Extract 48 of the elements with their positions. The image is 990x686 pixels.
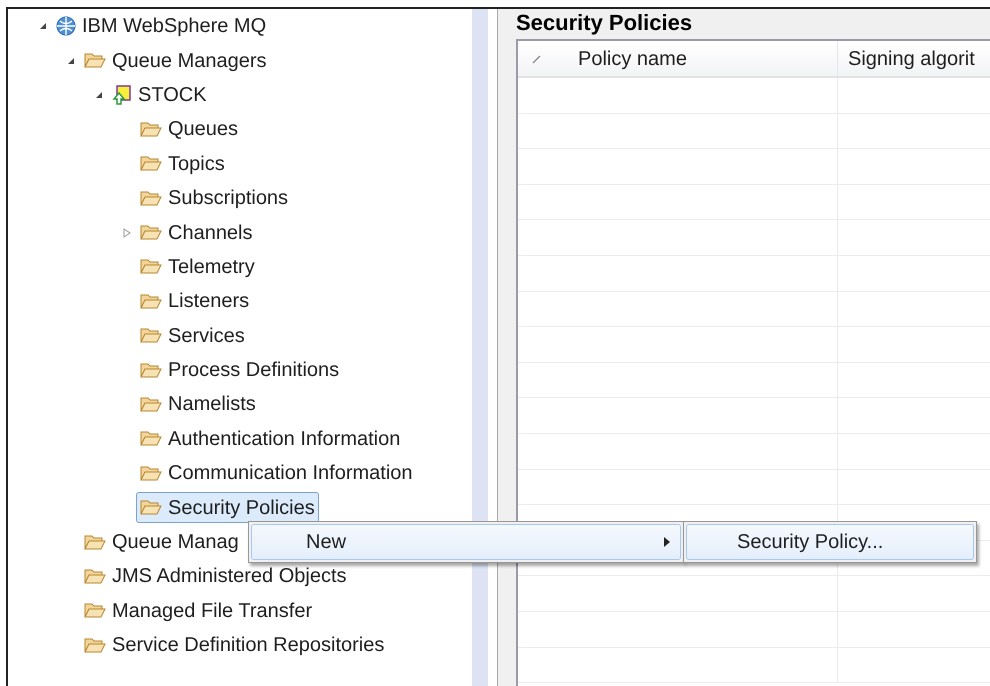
expanded-triangle-icon[interactable] [67, 56, 75, 65]
panel-title: Security Policies [516, 9, 694, 37]
folder-icon [140, 224, 162, 242]
queue-manager-icon [112, 84, 132, 105]
tree-item[interactable]: Telemetry [136, 251, 259, 282]
folder-icon [140, 362, 162, 379]
tree-item[interactable]: Listeners [136, 286, 254, 317]
folder-icon [84, 602, 106, 620]
expanded-triangle-icon[interactable] [95, 90, 103, 99]
tree-item[interactable]: Queue Managers [80, 45, 271, 76]
folder-icon [140, 430, 162, 448]
tree-item[interactable]: Service Definition Repositories [80, 630, 388, 661]
sort-icon [532, 54, 542, 64]
folder-icon [84, 52, 106, 70]
tree-item[interactable]: Channels [136, 217, 257, 248]
folder-icon [140, 292, 162, 310]
tree-item[interactable]: Subscriptions [136, 182, 292, 214]
tree-item[interactable]: Communication Information [136, 458, 417, 489]
folder-icon [140, 327, 162, 344]
tree-item[interactable]: Authentication Information [136, 423, 404, 454]
tree-item[interactable]: Process Definitions [136, 354, 344, 386]
globe-icon [56, 16, 76, 36]
folder-icon [140, 499, 162, 516]
tree-item[interactable]: Managed File Transfer [80, 595, 316, 626]
column-header[interactable]: Signing algorit [838, 41, 975, 76]
tree-item[interactable]: Namelists [136, 388, 260, 420]
tree-item[interactable]: JMS Administered Objects [80, 560, 351, 592]
folder-icon [84, 568, 106, 585]
tree-item[interactable]: Security Policies [136, 492, 319, 524]
tree-item[interactable]: IBM WebSphere MQ [52, 10, 270, 42]
folder-icon [84, 636, 106, 654]
tree-item[interactable]: Queues [136, 114, 242, 145]
column-header[interactable]: Policy name [518, 41, 838, 76]
folder-icon [140, 258, 162, 276]
menu-item[interactable]: New [251, 524, 681, 560]
folder-icon [84, 534, 106, 551]
folder-icon [140, 190, 162, 207]
menu-item[interactable]: Security Policy... [686, 524, 974, 560]
tree-item[interactable]: STOCK [108, 79, 211, 110]
tree-item[interactable]: Queue Manag [80, 526, 243, 558]
folder-icon [140, 120, 162, 138]
folder-icon [140, 464, 162, 482]
collapsed-triangle-icon[interactable] [123, 228, 131, 238]
folder-icon [140, 396, 162, 413]
expanded-triangle-icon[interactable] [39, 22, 47, 30]
tree-item[interactable]: Services [136, 320, 249, 352]
tree-item[interactable]: Topics [136, 148, 229, 180]
folder-icon [140, 155, 162, 172]
